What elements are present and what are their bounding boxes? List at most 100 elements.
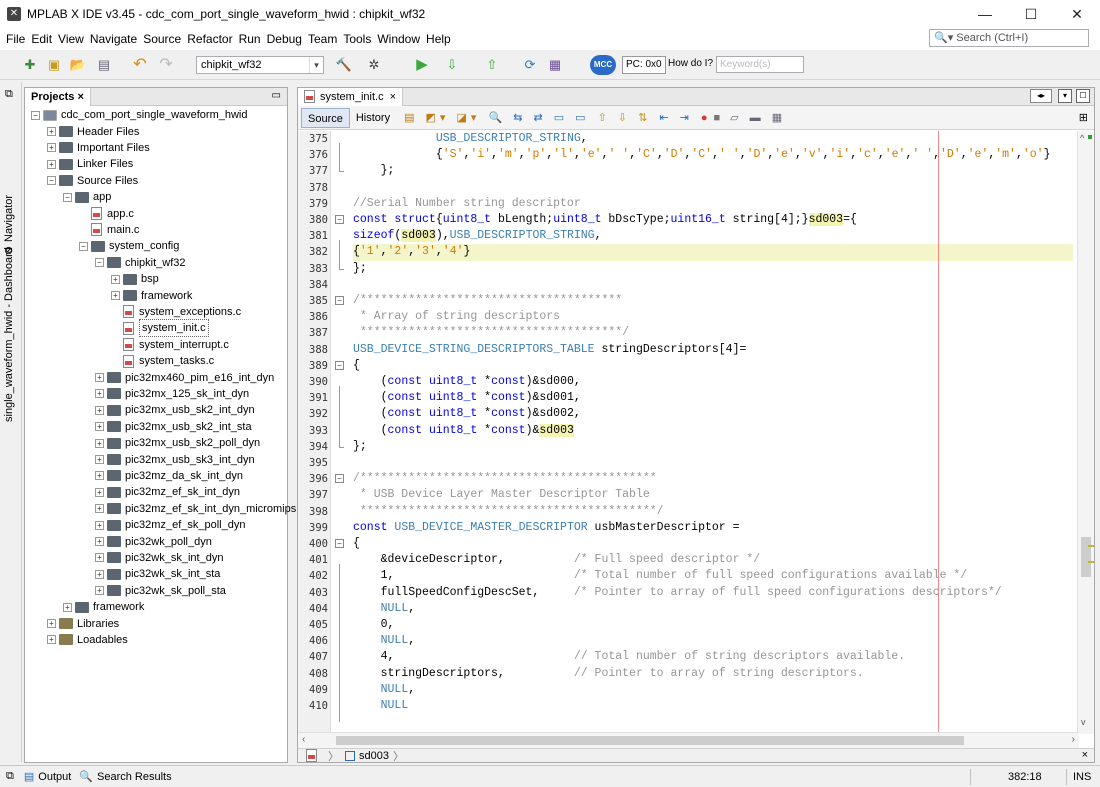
- tab-dashboard[interactable]: single_waveform_hwid - Dashboard: [3, 247, 15, 422]
- record-macro-icon[interactable]: ●: [701, 112, 708, 124]
- expand-icon[interactable]: +: [47, 159, 56, 169]
- scrollbar-thumb[interactable]: [1081, 537, 1091, 577]
- tab-output[interactable]: Output: [38, 771, 71, 783]
- code-line[interactable]: const struct{uint8_t bLength;uint8_t bDs…: [353, 212, 857, 228]
- code-line[interactable]: NULL,: [353, 601, 416, 617]
- code-line[interactable]: &deviceDescriptor, /* Full speed descrip…: [353, 552, 761, 568]
- expand-icon[interactable]: +: [95, 586, 104, 596]
- tree-item[interactable]: + pic32mx_usb_sk2_int_dyn: [95, 402, 255, 418]
- tree-item[interactable]: system_init.c: [111, 319, 209, 338]
- tree-item[interactable]: + framework: [111, 287, 192, 303]
- restore-window-icon[interactable]: ⧉: [6, 770, 14, 783]
- code-line[interactable]: 0,: [353, 617, 395, 633]
- hammer-icon[interactable]: 🔨: [334, 55, 354, 75]
- minimize-panel-icon[interactable]: ▭: [272, 90, 281, 101]
- tree-item[interactable]: app.c: [79, 205, 134, 221]
- clean-build-icon[interactable]: ✲: [364, 55, 384, 75]
- expand-icon[interactable]: +: [111, 291, 120, 301]
- code-line[interactable]: /**************************************: [353, 293, 622, 309]
- menu-tools[interactable]: Tools: [340, 32, 374, 46]
- fold-collapse-icon[interactable]: −: [335, 474, 344, 484]
- tree-item[interactable]: + pic32wk_sk_int_dyn: [95, 550, 223, 566]
- vertical-scrollbar[interactable]: ^ v: [1077, 131, 1094, 734]
- hscrollbar-thumb[interactable]: [336, 736, 964, 745]
- tree-item[interactable]: − system_config: [79, 238, 179, 254]
- maximize-window-icon[interactable]: ☐: [1076, 89, 1090, 103]
- collapse-icon[interactable]: −: [95, 258, 104, 268]
- open-project-icon[interactable]: 📂: [68, 55, 88, 75]
- tree-item[interactable]: + Loadables: [47, 632, 128, 648]
- close-icon[interactable]: ×: [1082, 749, 1088, 761]
- source-tab-button[interactable]: Source: [301, 107, 350, 128]
- debug-icon[interactable]: ⟳: [520, 55, 540, 75]
- expand-icon[interactable]: +: [111, 274, 120, 284]
- code-line[interactable]: };: [353, 261, 367, 277]
- collapse-icon[interactable]: −: [79, 241, 88, 251]
- program-device-icon[interactable]: ⇩: [442, 55, 462, 75]
- close-icon[interactable]: ✕: [1054, 0, 1100, 28]
- indent-icons[interactable]: ⇤ ⇥: [659, 111, 693, 124]
- code-line[interactable]: * USB Device Layer Master Descriptor Tab…: [353, 487, 650, 503]
- breadcrumb-item[interactable]: sd003: [359, 750, 389, 762]
- menu-team[interactable]: Team: [305, 32, 340, 46]
- expand-icon[interactable]: +: [63, 602, 72, 612]
- collapse-icon[interactable]: −: [31, 110, 40, 120]
- collapse-icon[interactable]: −: [63, 192, 72, 202]
- menu-window[interactable]: Window: [374, 32, 423, 46]
- tree-item[interactable]: + pic32mx_usb_sk2_int_sta: [95, 419, 252, 435]
- tree-item[interactable]: + pic32mz_da_sk_int_dyn: [95, 468, 243, 484]
- expand-icon[interactable]: +: [95, 405, 104, 415]
- menu-run[interactable]: Run: [236, 32, 264, 46]
- code-line[interactable]: NULL,: [353, 633, 416, 649]
- bookmark-icons[interactable]: ⇧ ⇩ ⇅: [598, 111, 652, 124]
- horizontal-scrollbar[interactable]: ‹ ›: [298, 732, 1079, 748]
- tree-item[interactable]: − cdc_com_port_single_waveform_hwid: [31, 107, 247, 123]
- code-line[interactable]: (const uint8_t *const)&sd003: [353, 423, 574, 439]
- close-icon[interactable]: ×: [77, 91, 83, 103]
- tree-item[interactable]: + pic32mx_usb_sk2_poll_dyn: [95, 435, 260, 451]
- tree-item[interactable]: + pic32mx460_pim_e16_int_dyn: [95, 369, 274, 385]
- tree-item[interactable]: + framework: [63, 599, 144, 615]
- code-line[interactable]: 1, /* Total number of full speed configu…: [353, 568, 968, 584]
- code-line[interactable]: 4, // Total number of string descriptors…: [353, 649, 906, 665]
- fold-collapse-icon[interactable]: −: [335, 296, 344, 305]
- tree-item[interactable]: + Linker Files: [47, 156, 133, 172]
- expand-icon[interactable]: +: [47, 619, 56, 629]
- history-tab-button[interactable]: History: [350, 108, 396, 128]
- menu-debug[interactable]: Debug: [264, 32, 305, 46]
- menu-navigate[interactable]: Navigate: [87, 32, 140, 46]
- code-line[interactable]: ****************************************…: [353, 504, 664, 520]
- code-line[interactable]: fullSpeedConfigDescSet, /* Pointer to ar…: [353, 585, 1002, 601]
- code-line[interactable]: {'S','i','m','p','l','e',' ','C','D','C'…: [353, 147, 1051, 163]
- restore-window-icon[interactable]: ⧉: [5, 88, 13, 101]
- find-icons[interactable]: 🔍 ⇆ ⇄ ▭ ▭: [488, 111, 589, 124]
- fold-collapse-icon[interactable]: −: [335, 215, 344, 224]
- code-line[interactable]: **************************************/: [353, 325, 629, 341]
- tab-projects[interactable]: Projects ×: [25, 87, 91, 106]
- expand-icon[interactable]: +: [47, 127, 56, 137]
- code-line[interactable]: (const uint8_t *const)&sd001,: [353, 390, 581, 406]
- tree-item[interactable]: − Source Files: [47, 173, 138, 189]
- read-device-icon[interactable]: ⇧: [482, 55, 502, 75]
- expand-icon[interactable]: +: [95, 422, 104, 432]
- tree-item[interactable]: − app: [63, 189, 111, 205]
- tree-item[interactable]: + pic32mx_125_sk_int_dyn: [95, 386, 249, 402]
- scroll-tabs-icon[interactable]: ◂▸: [1030, 89, 1052, 103]
- comment-icons[interactable]: ▱ ▬ ▦: [730, 111, 786, 124]
- scroll-down-icon[interactable]: v: [1081, 717, 1086, 727]
- code-line[interactable]: };: [353, 163, 395, 179]
- redo-icon[interactable]: ↷: [156, 55, 176, 75]
- keyword-input[interactable]: Keyword(s): [716, 56, 804, 73]
- expand-icon[interactable]: +: [95, 537, 104, 547]
- tab-system-init-c[interactable]: system_init.c ×: [298, 87, 404, 106]
- code-line[interactable]: sizeof(sd003),USB_DESCRIPTOR_STRING,: [353, 228, 602, 244]
- tree-item[interactable]: system_tasks.c: [111, 353, 214, 369]
- maximize-icon[interactable]: ☐: [1008, 0, 1054, 28]
- tab-search-results[interactable]: Search Results: [97, 771, 172, 783]
- ide-search-input[interactable]: 🔍▾ Search (Ctrl+I): [929, 29, 1089, 47]
- tree-item[interactable]: + pic32wk_poll_dyn: [95, 533, 212, 549]
- code-line[interactable]: };: [353, 439, 367, 455]
- tab-navigator[interactable]: Navigator: [3, 195, 15, 242]
- code-line[interactable]: USB_DESCRIPTOR_STRING,: [353, 131, 588, 147]
- menu-view[interactable]: View: [55, 32, 87, 46]
